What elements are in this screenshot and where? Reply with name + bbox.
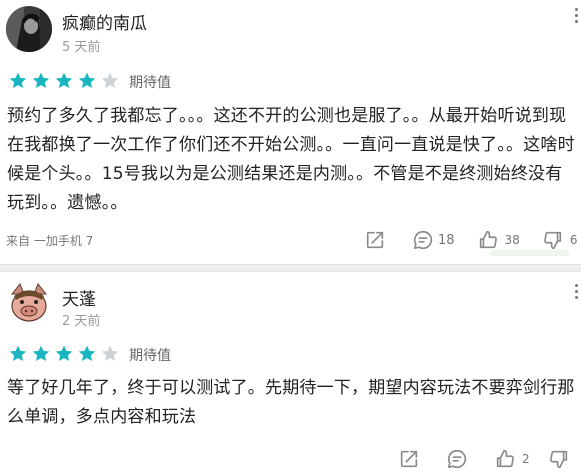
review-actions: 18 38 6 bbox=[364, 229, 577, 251]
thumbs-up-icon bbox=[479, 230, 497, 249]
like-count: 38 bbox=[504, 233, 520, 247]
reply-count: 18 bbox=[438, 232, 455, 248]
star-filled-icon bbox=[78, 345, 96, 361]
more-options-icon[interactable] bbox=[575, 284, 579, 302]
thumbs-down-icon bbox=[543, 231, 561, 250]
post-time: 2 天前 bbox=[62, 314, 101, 329]
star-empty-icon bbox=[101, 72, 119, 88]
review-actions: 2 bbox=[398, 448, 570, 470]
share-icon bbox=[400, 450, 418, 468]
dislike-count: 6 bbox=[569, 233, 578, 247]
thumbs-up-icon bbox=[496, 449, 514, 468]
review-text: 等了好几年了，终于可以测试了。先期待一下，期望内容玩法不要弈剑行那么单调，多点内… bbox=[7, 378, 575, 427]
like-button[interactable]: 38 bbox=[477, 229, 520, 251]
dislike-button[interactable]: 6 bbox=[542, 229, 578, 251]
comment-icon bbox=[413, 230, 433, 250]
post-time: 5 天前 bbox=[62, 40, 101, 55]
more-options-icon[interactable] bbox=[575, 8, 579, 26]
share-button[interactable] bbox=[398, 448, 420, 470]
dark-character-avatar-icon bbox=[6, 6, 52, 52]
review-text: 预约了多久了我都忘了。。。这还不开的公测也是服了。。从最开始听说到现在我都换了一… bbox=[7, 106, 575, 213]
star-filled-icon bbox=[78, 72, 96, 88]
star-filled-icon bbox=[32, 345, 50, 361]
star-filled-icon bbox=[9, 72, 27, 88]
reply-button[interactable] bbox=[446, 448, 468, 470]
section-divider bbox=[0, 264, 581, 272]
star-filled-icon bbox=[55, 345, 73, 361]
star-filled-icon bbox=[32, 72, 50, 88]
reply-button[interactable]: 18 bbox=[412, 229, 455, 251]
pig-avatar-icon bbox=[6, 280, 52, 326]
thumbs-down-icon bbox=[549, 450, 567, 469]
star-filled-icon bbox=[9, 345, 27, 361]
avatar[interactable] bbox=[6, 280, 52, 326]
avatar[interactable] bbox=[6, 6, 52, 52]
dislike-button[interactable] bbox=[548, 448, 570, 470]
share-button[interactable] bbox=[364, 229, 386, 251]
rating-label: 期待值 bbox=[129, 348, 171, 364]
star-rating bbox=[8, 71, 120, 91]
like-count: 2 bbox=[522, 452, 530, 466]
separator-accent bbox=[490, 250, 570, 256]
device-label: 来自 一加手机 7 bbox=[6, 234, 94, 248]
review-card: 疯癫的南瓜 5 天前 期待值 预约了多久了我都忘了。。。这还不开的公测也是服了。… bbox=[0, 0, 581, 264]
comment-icon bbox=[447, 449, 467, 469]
rating-label: 期待值 bbox=[129, 75, 171, 91]
username[interactable]: 疯癫的南瓜 bbox=[62, 9, 147, 34]
username[interactable]: 天蓬 bbox=[62, 285, 96, 310]
star-empty-icon bbox=[101, 345, 119, 361]
star-rating bbox=[8, 344, 120, 364]
like-button[interactable]: 2 bbox=[494, 448, 530, 470]
star-filled-icon bbox=[55, 72, 73, 88]
review-card: 天蓬 2 天前 期待值 等了好几年了，终于可以测试了。先期待一下，期望内容玩法不… bbox=[0, 272, 581, 474]
share-icon bbox=[366, 231, 384, 249]
